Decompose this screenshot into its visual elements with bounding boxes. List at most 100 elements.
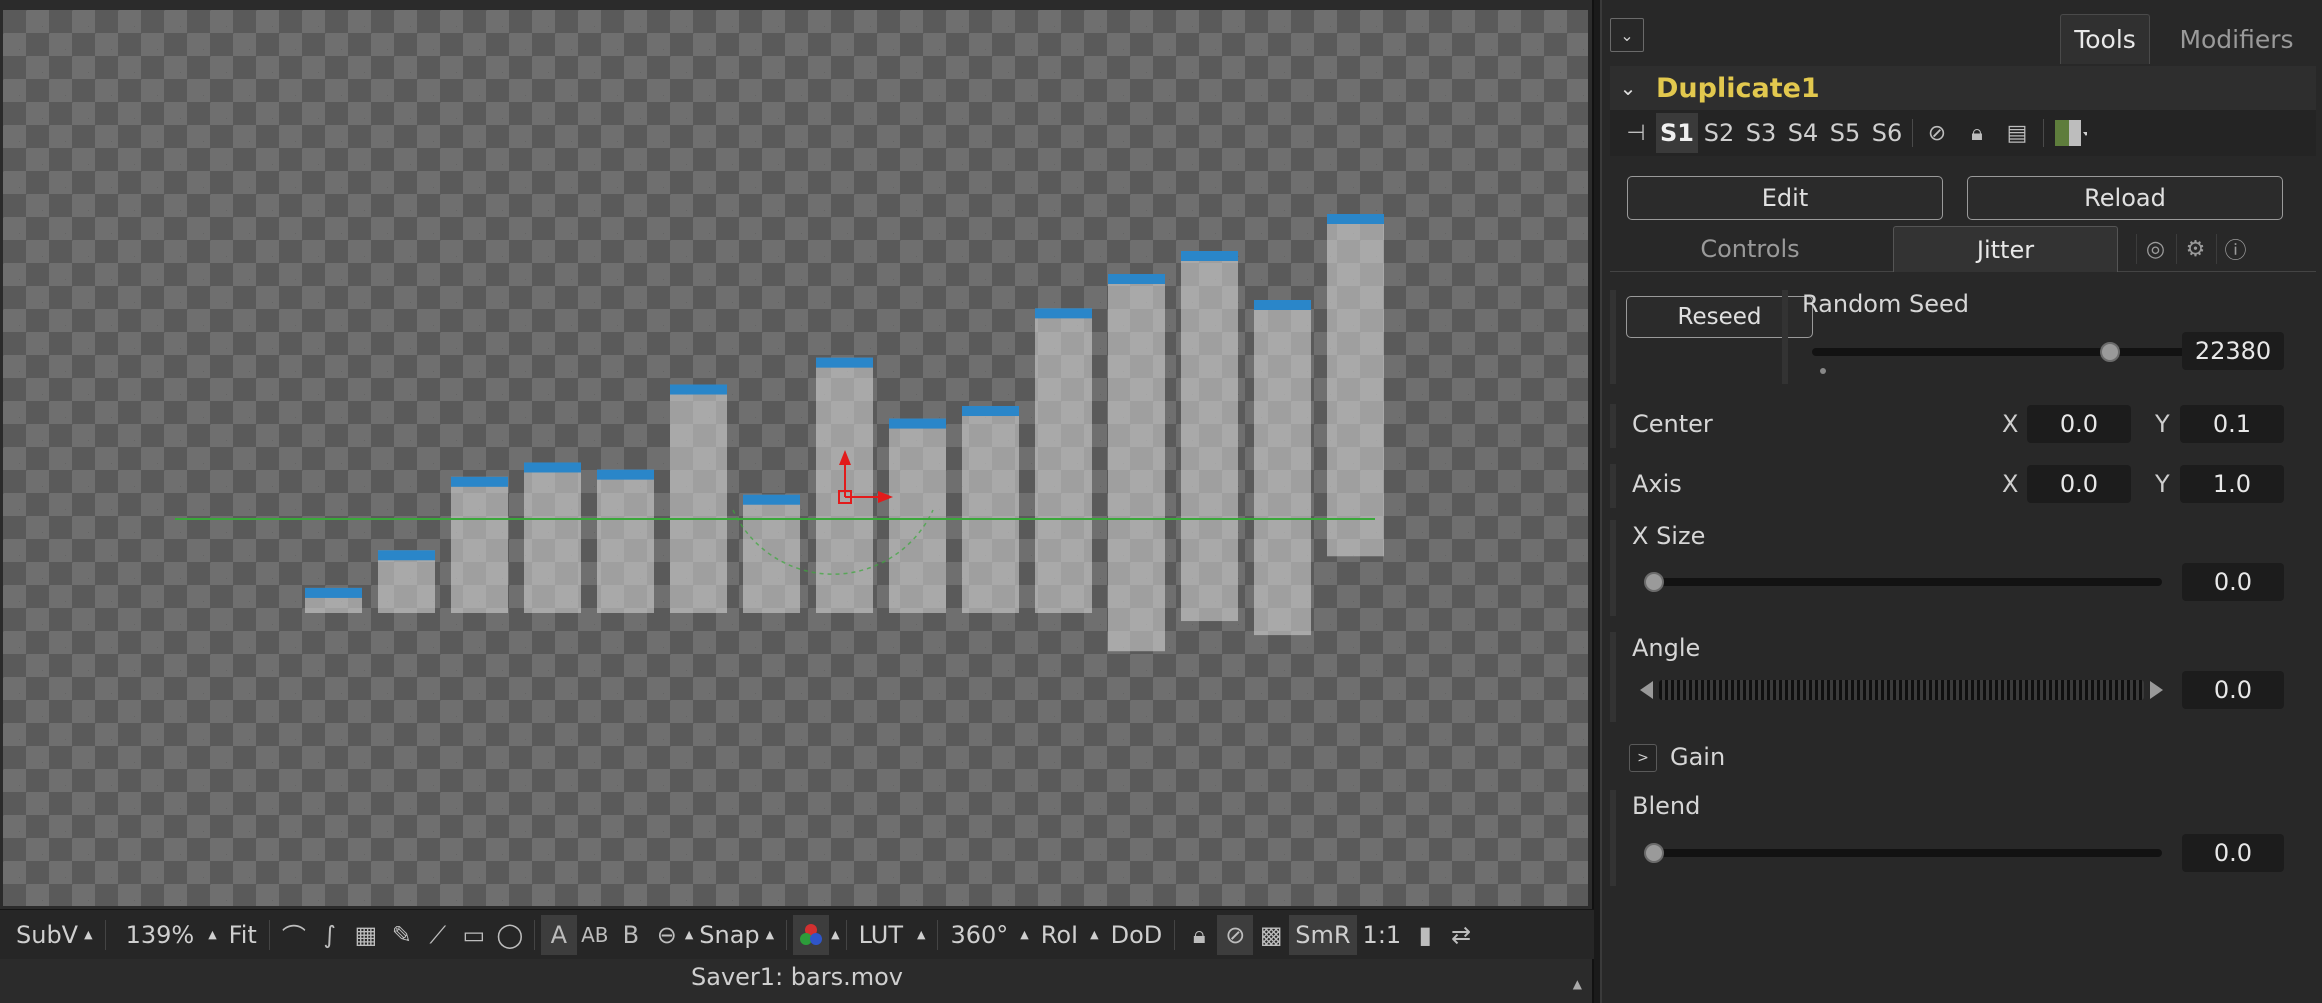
checker-icon[interactable]: ▩ (1253, 915, 1289, 955)
bar-cap (889, 418, 946, 429)
bar (1254, 300, 1311, 636)
blend-field[interactable]: 0.0 (2182, 834, 2284, 872)
tab-jitter[interactable]: Jitter (1893, 226, 2118, 272)
bar-cap (962, 406, 1019, 417)
angle-label: Angle (1632, 634, 1701, 662)
version-slot[interactable]: S2 (1698, 113, 1740, 153)
ratio-1-1-button[interactable]: 1:1 (1357, 915, 1408, 955)
viewer-toolbar: SubV ▲ 139% ▲ Fit ⌒ ∫ ▦ ✎ ⟋ ▭ ◯ A AB B ⊖ ▲… (0, 909, 1594, 959)
angle-decrement-icon[interactable] (1640, 681, 1653, 699)
polyline-icon[interactable]: ⌒ (276, 915, 312, 955)
blend-slider[interactable] (1644, 843, 2162, 863)
lut-menu[interactable]: LUT ▲ (853, 915, 932, 955)
axis-y-field[interactable]: 1.0 (2180, 465, 2284, 503)
axis-x-label: X (2002, 470, 2019, 498)
color-channels-icon[interactable] (793, 914, 830, 955)
bars-image (175, 214, 1384, 652)
bar-cap (1254, 300, 1311, 310)
tool-color-swatch[interactable] (2050, 113, 2090, 153)
inspector-header: ⌄ Tools Modifiers (1602, 8, 2322, 64)
viewer-panel: SubV ▲ 139% ▲ Fit ⌒ ∫ ▦ ✎ ⟋ ▭ ◯ A AB B ⊖ ▲… (0, 0, 1594, 1003)
dod-button[interactable]: DoD (1105, 915, 1169, 955)
random-seed-label: Random Seed (1802, 290, 1969, 318)
tool-name: Duplicate1 (1656, 72, 1820, 104)
lock-icon[interactable]: 🔒︎ (1957, 113, 1997, 153)
tab-controls[interactable]: Controls (1610, 226, 1890, 272)
slider-knob[interactable] (1644, 843, 1664, 863)
bspline-icon[interactable]: ∫ (312, 915, 348, 955)
buffer-b-button[interactable]: B (613, 915, 649, 955)
snap-menu[interactable]: Snap ▲ (693, 915, 780, 955)
buffer-ab-button[interactable]: AB (577, 915, 613, 955)
angle-field[interactable]: 0.0 (2182, 671, 2284, 709)
bar-cap (1327, 214, 1384, 224)
gear-icon[interactable]: ⚙ (2176, 234, 2214, 264)
subview-menu[interactable]: SubV ▲ (10, 915, 99, 955)
save-icon[interactable]: ▤ (1997, 113, 2037, 153)
version-slot[interactable]: S5 (1824, 113, 1866, 153)
magic-wand-icon[interactable]: ⟋ (420, 915, 456, 955)
collapse-icon[interactable]: ⌄ (1610, 18, 1644, 52)
x-size-label: X Size (1632, 522, 1706, 550)
version-slot[interactable]: S6 (1866, 113, 1908, 153)
version-slot[interactable]: S3 (1740, 113, 1782, 153)
axis-label: Axis (1632, 470, 1682, 498)
lock-icon[interactable]: 🔒︎ (1181, 915, 1217, 955)
status-menu-caret[interactable]: ▲ (1573, 977, 1582, 991)
stereo-glasses-icon[interactable]: ⊖ (649, 915, 685, 955)
bar-cap (524, 462, 581, 473)
version-slot[interactable]: S1 (1656, 113, 1698, 153)
gizmo-icon[interactable]: ⊘ (1217, 914, 1254, 955)
info-icon[interactable]: ⓘ (2216, 234, 2254, 264)
bar (889, 418, 946, 613)
zoom-menu[interactable]: 139% ▲ (120, 915, 223, 955)
ellipse-icon[interactable]: ◯ (492, 915, 528, 955)
rectangle-icon[interactable]: ▭ (456, 915, 492, 955)
x-size-slider[interactable] (1644, 572, 2162, 592)
version-slot[interactable]: S4 (1782, 113, 1824, 153)
tab-modifiers[interactable]: Modifiers (2154, 14, 2319, 64)
bar-cap (1181, 251, 1238, 261)
axis-x-field[interactable]: 0.0 (2027, 465, 2131, 503)
gain-expand-icon[interactable]: > (1629, 744, 1657, 772)
bar-cap (1035, 308, 1092, 319)
axis-y-label: Y (2155, 470, 2170, 498)
angle-thumbwheel[interactable] (1659, 680, 2144, 700)
bar (1327, 214, 1384, 557)
fit-button[interactable]: Fit (223, 915, 263, 955)
center-y-field[interactable]: 0.1 (2180, 405, 2284, 443)
edit-button[interactable]: Edit (1627, 176, 1943, 220)
reload-button[interactable]: Reload (1967, 176, 2283, 220)
blend-label: Blend (1632, 792, 1701, 820)
roi-menu[interactable]: RoI ▲ (1035, 915, 1105, 955)
x-size-field[interactable]: 0.0 (2182, 563, 2284, 601)
inspector-panel: ⌄ Tools Modifiers ⌄ Duplicate1 ⊣ S1 S2 S… (1600, 0, 2322, 1003)
grid-icon[interactable]: ▦ (348, 915, 384, 955)
histogram-icon[interactable]: ▮ (1407, 915, 1443, 955)
bar-cap (1108, 274, 1165, 284)
viewer-canvas[interactable] (3, 10, 1588, 906)
bar-cap (451, 476, 508, 487)
pin-icon[interactable]: ⊣ (1616, 113, 1656, 153)
tab-tools[interactable]: Tools (2060, 14, 2150, 64)
slider-knob[interactable] (2100, 342, 2121, 362)
bar-cap (305, 587, 362, 598)
slider-knob[interactable] (1644, 572, 1664, 592)
options-icon[interactable]: ⇄ (1443, 915, 1479, 955)
tool-header[interactable]: ⌄ Duplicate1 (1610, 66, 2316, 110)
paint-brush-icon[interactable]: ✎ (384, 915, 420, 955)
tool-version-row: ⊣ S1 S2 S3 S4 S5 S6 ⊘ 🔒︎ ▤ (1610, 110, 2316, 156)
smr-button[interactable]: SmR (1289, 914, 1357, 955)
center-label: Center (1632, 410, 1713, 438)
buffer-a-button[interactable]: A (540, 914, 577, 955)
random-seed-field[interactable]: 22380 (2182, 332, 2284, 370)
angle-increment-icon[interactable] (2150, 681, 2163, 699)
settings-tab-icon[interactable]: ◎ (2136, 234, 2174, 264)
bar-cap (816, 357, 873, 368)
chevron-down-icon[interactable]: ⌄ (1610, 76, 1646, 100)
center-x-field[interactable]: 0.0 (2027, 405, 2131, 443)
bar-cap (743, 494, 800, 505)
angle-360-menu[interactable]: 360° ▲ (944, 915, 1034, 955)
bar (1108, 274, 1165, 652)
disable-icon[interactable]: ⊘ (1917, 113, 1957, 153)
